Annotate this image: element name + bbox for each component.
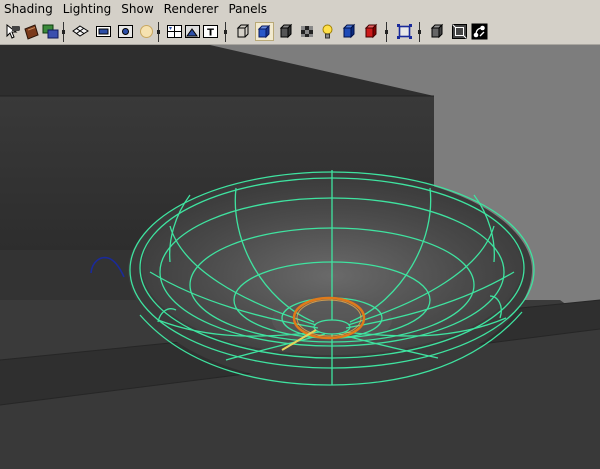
- film-gate-button[interactable]: [94, 22, 113, 41]
- camera-select-icon: [6, 23, 20, 39]
- toolbar-separator: [385, 22, 388, 42]
- panel-toolbar: T: [0, 19, 600, 45]
- shadows-button[interactable]: [340, 22, 359, 41]
- high-quality-cube-icon: [364, 23, 378, 39]
- grid-button[interactable]: [71, 22, 90, 41]
- light-bulb-icon: [322, 24, 333, 39]
- bookmark-icon: [42, 24, 59, 39]
- wireframe-button[interactable]: [234, 22, 253, 41]
- safe-action-icon: [185, 25, 200, 38]
- shadow-cube-icon: [342, 23, 356, 39]
- textured-icon: [301, 26, 313, 37]
- menu-panels[interactable]: Panels: [224, 0, 273, 19]
- svg-text:T: T: [207, 28, 214, 39]
- panel-menu-bar: Shading Lighting Show Renderer Panels: [0, 0, 600, 19]
- field-chart-button[interactable]: [165, 22, 184, 41]
- field-chart-icon: [167, 25, 182, 38]
- safe-action-button[interactable]: [183, 22, 202, 41]
- menu-shading[interactable]: Shading: [0, 0, 59, 19]
- isolate-select-icon: [397, 24, 412, 39]
- camera-attributes-button[interactable]: [22, 22, 41, 41]
- xray-icon: [430, 23, 444, 39]
- textured-button[interactable]: [298, 22, 317, 41]
- menu-renderer[interactable]: Renderer: [160, 0, 225, 19]
- menu-show[interactable]: Show: [117, 0, 159, 19]
- resolution-gate-icon: [118, 25, 133, 38]
- isolate-select-button[interactable]: [395, 22, 414, 41]
- component-display-button[interactable]: [470, 22, 489, 41]
- toolbar-separator: [157, 22, 160, 42]
- menu-lighting[interactable]: Lighting: [59, 0, 118, 19]
- toolbar-separator: [418, 22, 421, 42]
- xray-joints-button[interactable]: [450, 22, 469, 41]
- resolution-gate-button[interactable]: [116, 22, 135, 41]
- xray-joints-icon: [452, 24, 467, 39]
- wireframe-on-shaded-icon: [279, 23, 293, 39]
- smooth-shade-button[interactable]: [255, 22, 274, 41]
- xray-button[interactable]: [428, 22, 447, 41]
- bookmarks-button[interactable]: [41, 22, 60, 41]
- toolbar-separator: [224, 22, 227, 42]
- smooth-shade-cube-icon: [257, 24, 271, 39]
- gate-mask-icon: [140, 25, 153, 38]
- gate-mask-button[interactable]: [137, 22, 156, 41]
- component-display-icon: [471, 23, 488, 40]
- high-quality-button[interactable]: [362, 22, 381, 41]
- select-camera-button[interactable]: [2, 22, 21, 41]
- film-gate-icon: [96, 26, 111, 37]
- wireframe-cube-icon: [236, 24, 250, 38]
- grid-icon: [72, 25, 89, 37]
- wireframe-on-shaded-button[interactable]: [277, 22, 296, 41]
- safe-title-icon: T: [203, 25, 218, 39]
- maya-viewport-panel: Shading Lighting Show Renderer Panels T: [0, 0, 600, 469]
- camera-attributes-icon: [24, 24, 39, 40]
- toolbar-separator: [62, 22, 65, 42]
- safe-title-button[interactable]: T: [201, 22, 220, 41]
- perspective-viewport[interactable]: [0, 45, 600, 469]
- use-all-lights-button[interactable]: [318, 22, 337, 41]
